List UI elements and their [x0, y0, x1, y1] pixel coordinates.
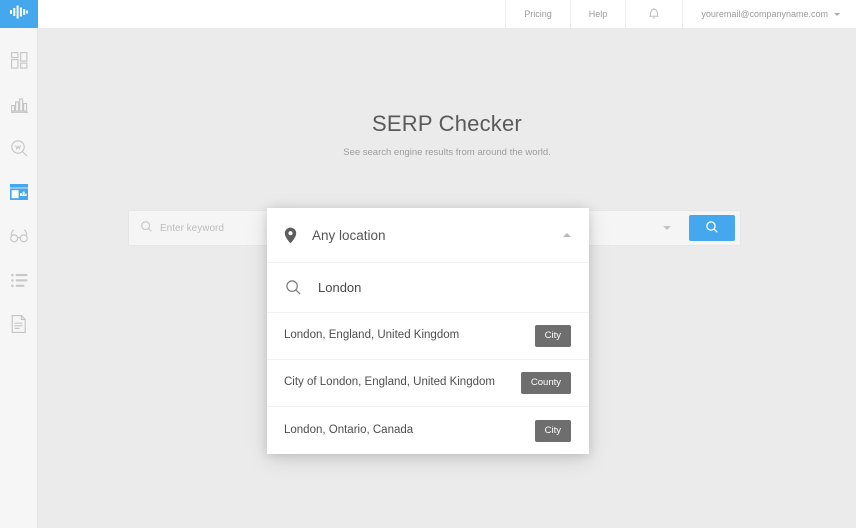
sidebar-nav [0, 28, 37, 346]
list-icon [10, 273, 28, 288]
app-root: Pricing Help youremail@companyname.com S… [0, 0, 856, 528]
page-title: SERP Checker [372, 111, 522, 136]
chevron-up-icon [563, 233, 571, 237]
location-name: London, England, United Kingdom [284, 329, 460, 342]
glasses-icon [10, 229, 28, 243]
location-search-row [267, 263, 589, 313]
location-selected-label: Any location [312, 227, 386, 243]
sidebar-item-serp-watcher[interactable] [0, 214, 38, 258]
audio-bars-logo-icon [10, 5, 28, 24]
list-item[interactable]: London, England, United Kingdom City [267, 313, 589, 360]
status-badge: City [534, 419, 571, 442]
map-pin-icon [284, 227, 297, 244]
sidebar-item-link-manager[interactable] [0, 258, 38, 302]
location-dropdown-panel: Any location London, England, United [267, 208, 589, 454]
nav-link-pricing[interactable]: Pricing [505, 0, 570, 28]
grid-dashboard-icon [10, 51, 28, 69]
user-account-menu[interactable]: youremail@companyname.com [682, 0, 856, 28]
document-icon [11, 315, 27, 333]
list-item[interactable]: London, Ontario, Canada City [267, 407, 589, 454]
location-name: London, Ontario, Canada [284, 423, 414, 436]
location-dropdown-toggle[interactable]: Any location [267, 208, 589, 263]
sidebar [0, 0, 38, 528]
search-submit-button[interactable] [689, 215, 735, 241]
location-search-input[interactable] [318, 280, 571, 295]
sidebar-item-rank-tracker[interactable] [0, 82, 38, 126]
top-navigation-bar: Pricing Help youremail@companyname.com [38, 0, 856, 28]
location-results-list: London, England, United Kingdom City Cit… [267, 313, 589, 454]
status-badge: County [520, 372, 571, 394]
sidebar-item-reports[interactable] [0, 302, 38, 346]
sidebar-item-serp-checker[interactable] [0, 170, 38, 214]
nav-link-help[interactable]: Help [569, 0, 626, 28]
magnifier-w-icon [10, 139, 28, 157]
bar-chart-icon [10, 96, 28, 113]
chevron-down-icon [663, 226, 671, 230]
main-content: SERP Checker See search engine results f… [38, 28, 856, 528]
bell-icon [648, 7, 660, 22]
browser-window-icon [10, 184, 28, 200]
list-item[interactable]: City of London, England, United Kingdom … [267, 360, 589, 407]
chevron-down-icon [834, 12, 840, 16]
search-icon [286, 280, 301, 295]
user-email-label: youremail@companyname.com [701, 9, 828, 19]
search-icon [141, 219, 152, 237]
sidebar-item-dashboard[interactable] [0, 38, 38, 82]
sidebar-item-keyword-finder[interactable] [0, 126, 38, 170]
page-subtitle: See search engine results from around th… [343, 147, 551, 158]
app-logo[interactable] [0, 0, 38, 28]
notifications-button[interactable] [625, 0, 682, 28]
search-icon [706, 220, 718, 236]
location-name: City of London, England, United Kingdom [284, 376, 495, 389]
status-badge: City [534, 325, 571, 347]
